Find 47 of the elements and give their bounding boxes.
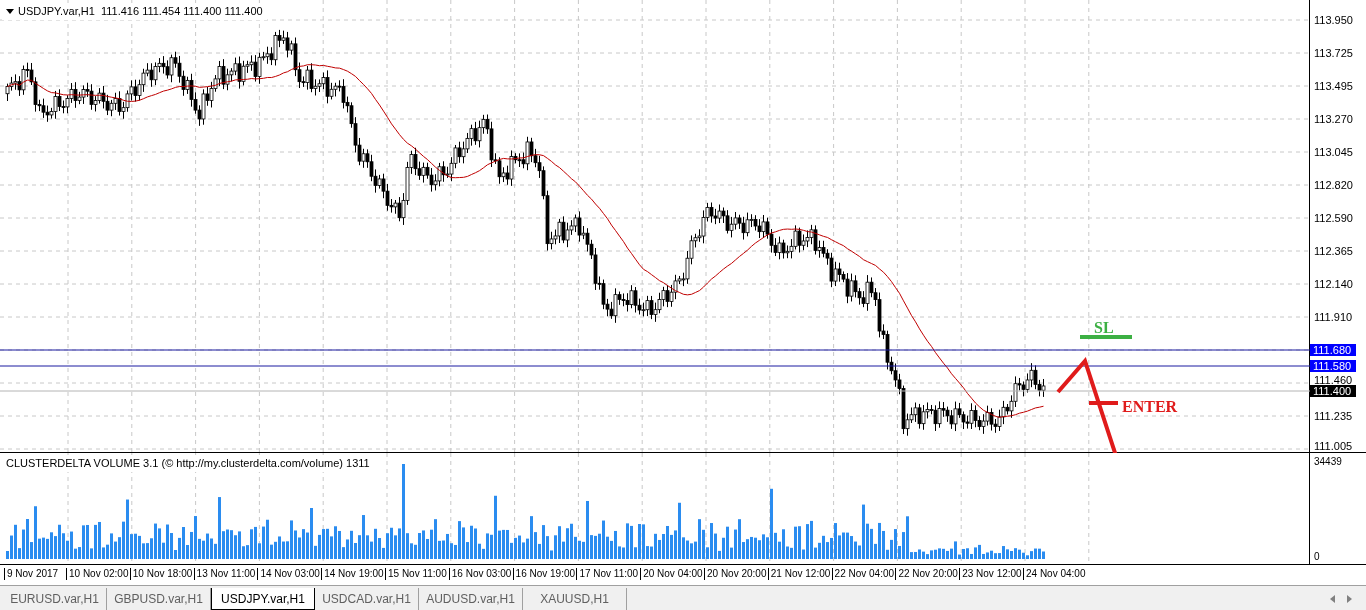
- price-tick-label: 111.005: [1314, 441, 1353, 452]
- stop-loss-label: SL: [1094, 318, 1114, 338]
- volume-scale-min: 0: [1314, 550, 1320, 564]
- scroll-right-icon[interactable]: [1347, 595, 1352, 603]
- time-axis-label: 20 Nov 04:00: [640, 568, 703, 580]
- chart-tab[interactable]: XAUUSD,H1: [523, 588, 627, 610]
- time-axis-label: 15 Nov 11:00: [385, 568, 447, 580]
- price-tick-label: 112.820: [1314, 180, 1353, 191]
- price-tick-label: 113.495: [1314, 81, 1353, 92]
- chart-title-text: USDJPY.var,H1 111.416 111.454 111.400 111.400: [18, 4, 263, 19]
- entry-label: ENTER: [1122, 397, 1178, 417]
- price-tick-label: 112.140: [1314, 279, 1353, 290]
- time-axis-label: 16 Nov 19:00: [512, 568, 576, 580]
- price-level-label: 111.400: [1310, 385, 1356, 397]
- time-axis-label: 10 Nov 18:00: [129, 568, 193, 580]
- price-tick-label: 112.365: [1314, 246, 1353, 257]
- time-axis-label: 16 Nov 03:00: [448, 568, 512, 580]
- time-axis-label: 24 Nov 04:00: [1023, 568, 1086, 580]
- time-axis-label: 21 Nov 12:00: [767, 568, 831, 580]
- time-axis-label: 10 Nov 02:00: [66, 568, 129, 580]
- dropdown-icon: [6, 8, 14, 14]
- time-axis-label: 14 Nov 03:00: [257, 568, 320, 580]
- time-axis-label: 22 Nov 20:00: [895, 568, 958, 580]
- price-tick-label: 113.725: [1314, 48, 1353, 59]
- time-axis-label: 14 Nov 19:00: [321, 568, 384, 580]
- chart-tab[interactable]: USDCAD.var,H1: [315, 588, 419, 610]
- price-level-label: 111.680: [1310, 344, 1356, 356]
- time-axis-label: 17 Nov 11:00: [576, 568, 639, 580]
- price-tick-label: 113.045: [1314, 147, 1353, 158]
- chart-tab[interactable]: USDJPY.var,H1: [211, 588, 315, 610]
- time-axis-label: 13 Nov 11:00: [193, 568, 256, 580]
- price-tick-label: 112.590: [1314, 213, 1353, 224]
- price-level-label: 111.580: [1310, 360, 1356, 372]
- time-axis-label: 23 Nov 12:00: [959, 568, 1022, 580]
- volume-scale-max: 34439: [1314, 455, 1342, 469]
- time-axis-label: 20 Nov 20:00: [704, 568, 767, 580]
- price-tick-label: 111.235: [1314, 411, 1353, 422]
- price-tick-label: 111.460: [1314, 375, 1353, 386]
- stop-loss-line: [1080, 335, 1132, 339]
- scroll-left-icon[interactable]: [1330, 595, 1335, 603]
- time-axis-label: 9 Nov 2017: [4, 568, 59, 580]
- chart-tab[interactable]: EURUSD.var,H1: [3, 588, 107, 610]
- chart-tab[interactable]: AUDUSD.var,H1: [419, 588, 523, 610]
- price-tick-label: 113.950: [1314, 15, 1353, 26]
- time-axis-label: 22 Nov 04:00: [831, 568, 895, 580]
- price-tick-label: 111.910: [1314, 312, 1353, 323]
- price-tick-label: 113.270: [1314, 114, 1353, 125]
